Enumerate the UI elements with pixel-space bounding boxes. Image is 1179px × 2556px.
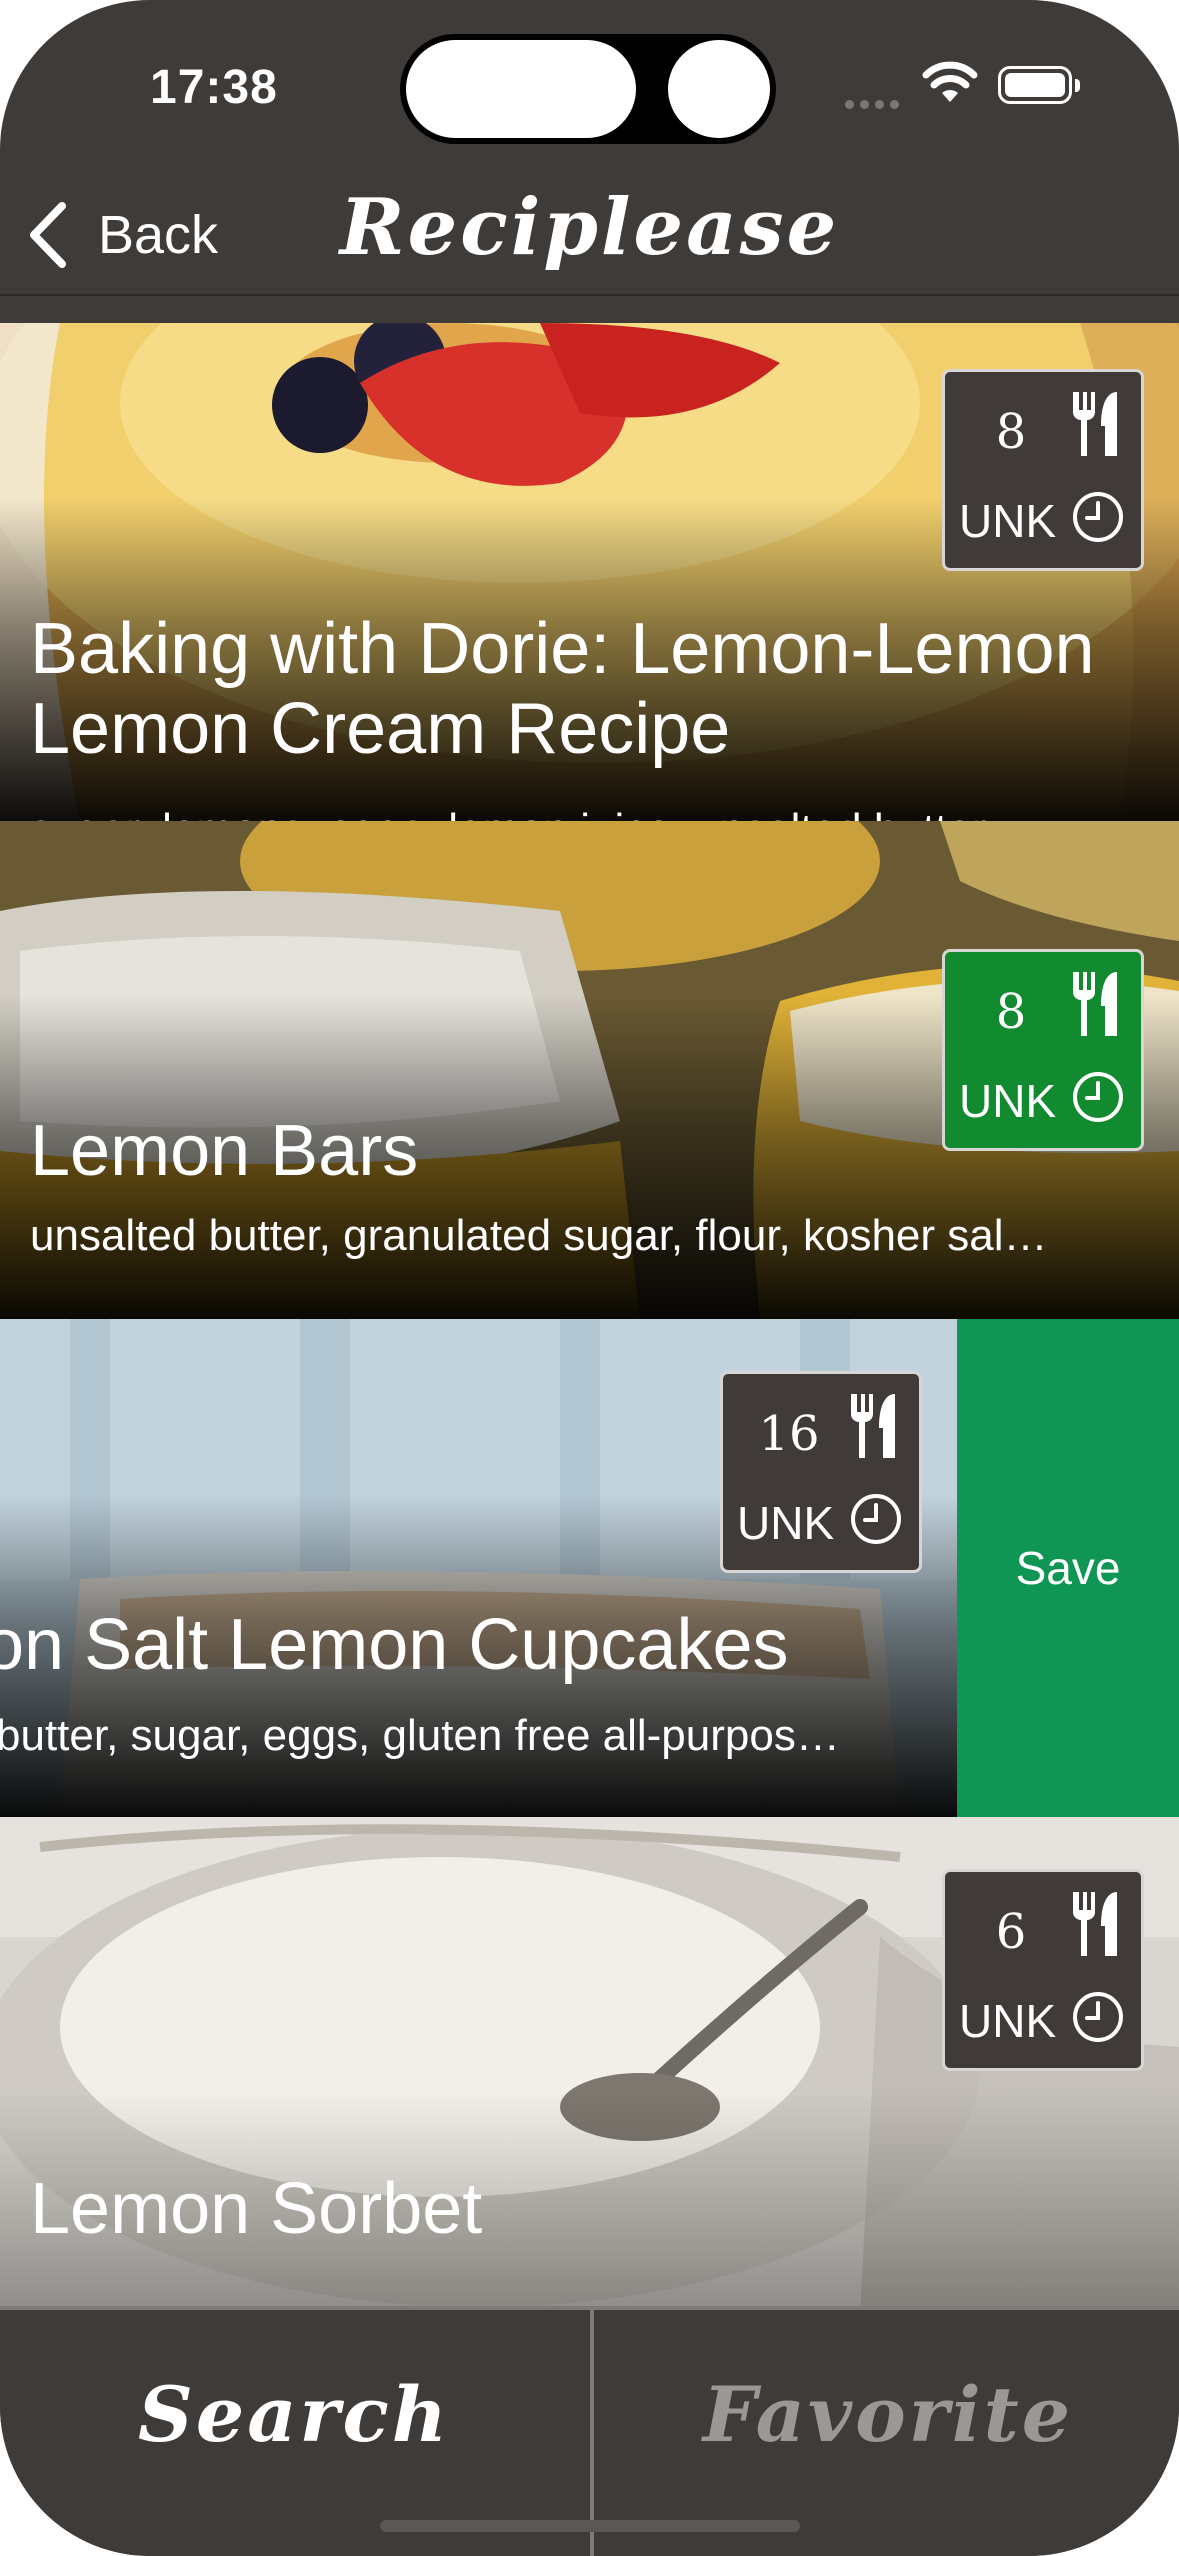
recipe-info-badge: 16 UNK <box>720 1371 922 1573</box>
app-screen: 17:38 Back Reciplease Baking with Dorie:… <box>0 0 1179 2556</box>
recipe-title: Baking with Dorie: Lemon-Lemon Lemon Cre… <box>30 609 1095 769</box>
recipe-row[interactable]: Lemon Bars unsalted butter, granulated s… <box>0 821 1179 1319</box>
clock-icon <box>851 1494 901 1544</box>
app-title: Reciplease <box>339 182 840 273</box>
fork-knife-icon <box>1073 1892 1117 1956</box>
save-swipe-action[interactable]: Save <box>957 1319 1179 1817</box>
fork-knife-icon <box>1073 392 1117 456</box>
wifi-icon <box>922 61 978 102</box>
recipe-info-badge: 8 UNK <box>942 949 1144 1151</box>
recipe-list[interactable]: Baking with Dorie: Lemon-Lemon Lemon Cre… <box>0 323 1179 2308</box>
recipe-row[interactable]: Lemon Sorbet 6 UNK <box>0 1817 1179 2308</box>
recipe-yield: 8 <box>995 404 1027 460</box>
recipe-title: on Salt Lemon Cupcakes <box>0 1605 789 1685</box>
recipe-title: Lemon Sorbet <box>30 2169 483 2249</box>
recipe-ingredients: unsalted butter, granulated sugar, flour… <box>30 1211 1048 1260</box>
tab-search-label: Search <box>137 2370 451 2459</box>
cellular-signal-icon <box>845 96 905 114</box>
recipe-info-badge: 8 UNK <box>942 369 1144 571</box>
battery-icon <box>998 66 1080 104</box>
recipe-row[interactable]: Baking with Dorie: Lemon-Lemon Lemon Cre… <box>0 323 1179 821</box>
recipe-time: UNK <box>737 1497 835 1549</box>
recipe-time: UNK <box>959 495 1057 547</box>
recipe-yield: 16 <box>758 1406 820 1462</box>
tab-favorite-label: Favorite <box>702 2370 1074 2459</box>
status-bar: 17:38 <box>0 0 1179 180</box>
recipe-info-badge: 6 UNK <box>942 1869 1144 2071</box>
recipe-ingredients: butter, sugar, eggs, gluten free all-pur… <box>0 1711 840 1760</box>
recipe-yield: 8 <box>995 984 1027 1040</box>
recipe-yield: 6 <box>995 1904 1027 1960</box>
status-time: 17:38 <box>150 61 278 114</box>
recipe-row[interactable]: on Salt Lemon Cupcakes butter, sugar, eg… <box>0 1319 1179 1817</box>
home-indicator <box>380 2520 800 2532</box>
fork-knife-icon <box>1073 972 1117 1036</box>
recipe-ingredients: sugar, lemons, eggs, lemon juice, unsalt… <box>30 805 1139 821</box>
recipe-time: UNK <box>959 1995 1057 2047</box>
fork-knife-icon <box>851 1394 895 1458</box>
clock-icon <box>1073 1072 1123 1122</box>
clock-icon <box>1073 1992 1123 2042</box>
navigation-bar: Back Reciplease <box>0 180 1179 296</box>
dynamic-island <box>400 34 776 144</box>
recipe-time: UNK <box>959 1075 1057 1127</box>
clock-icon <box>1073 492 1123 542</box>
